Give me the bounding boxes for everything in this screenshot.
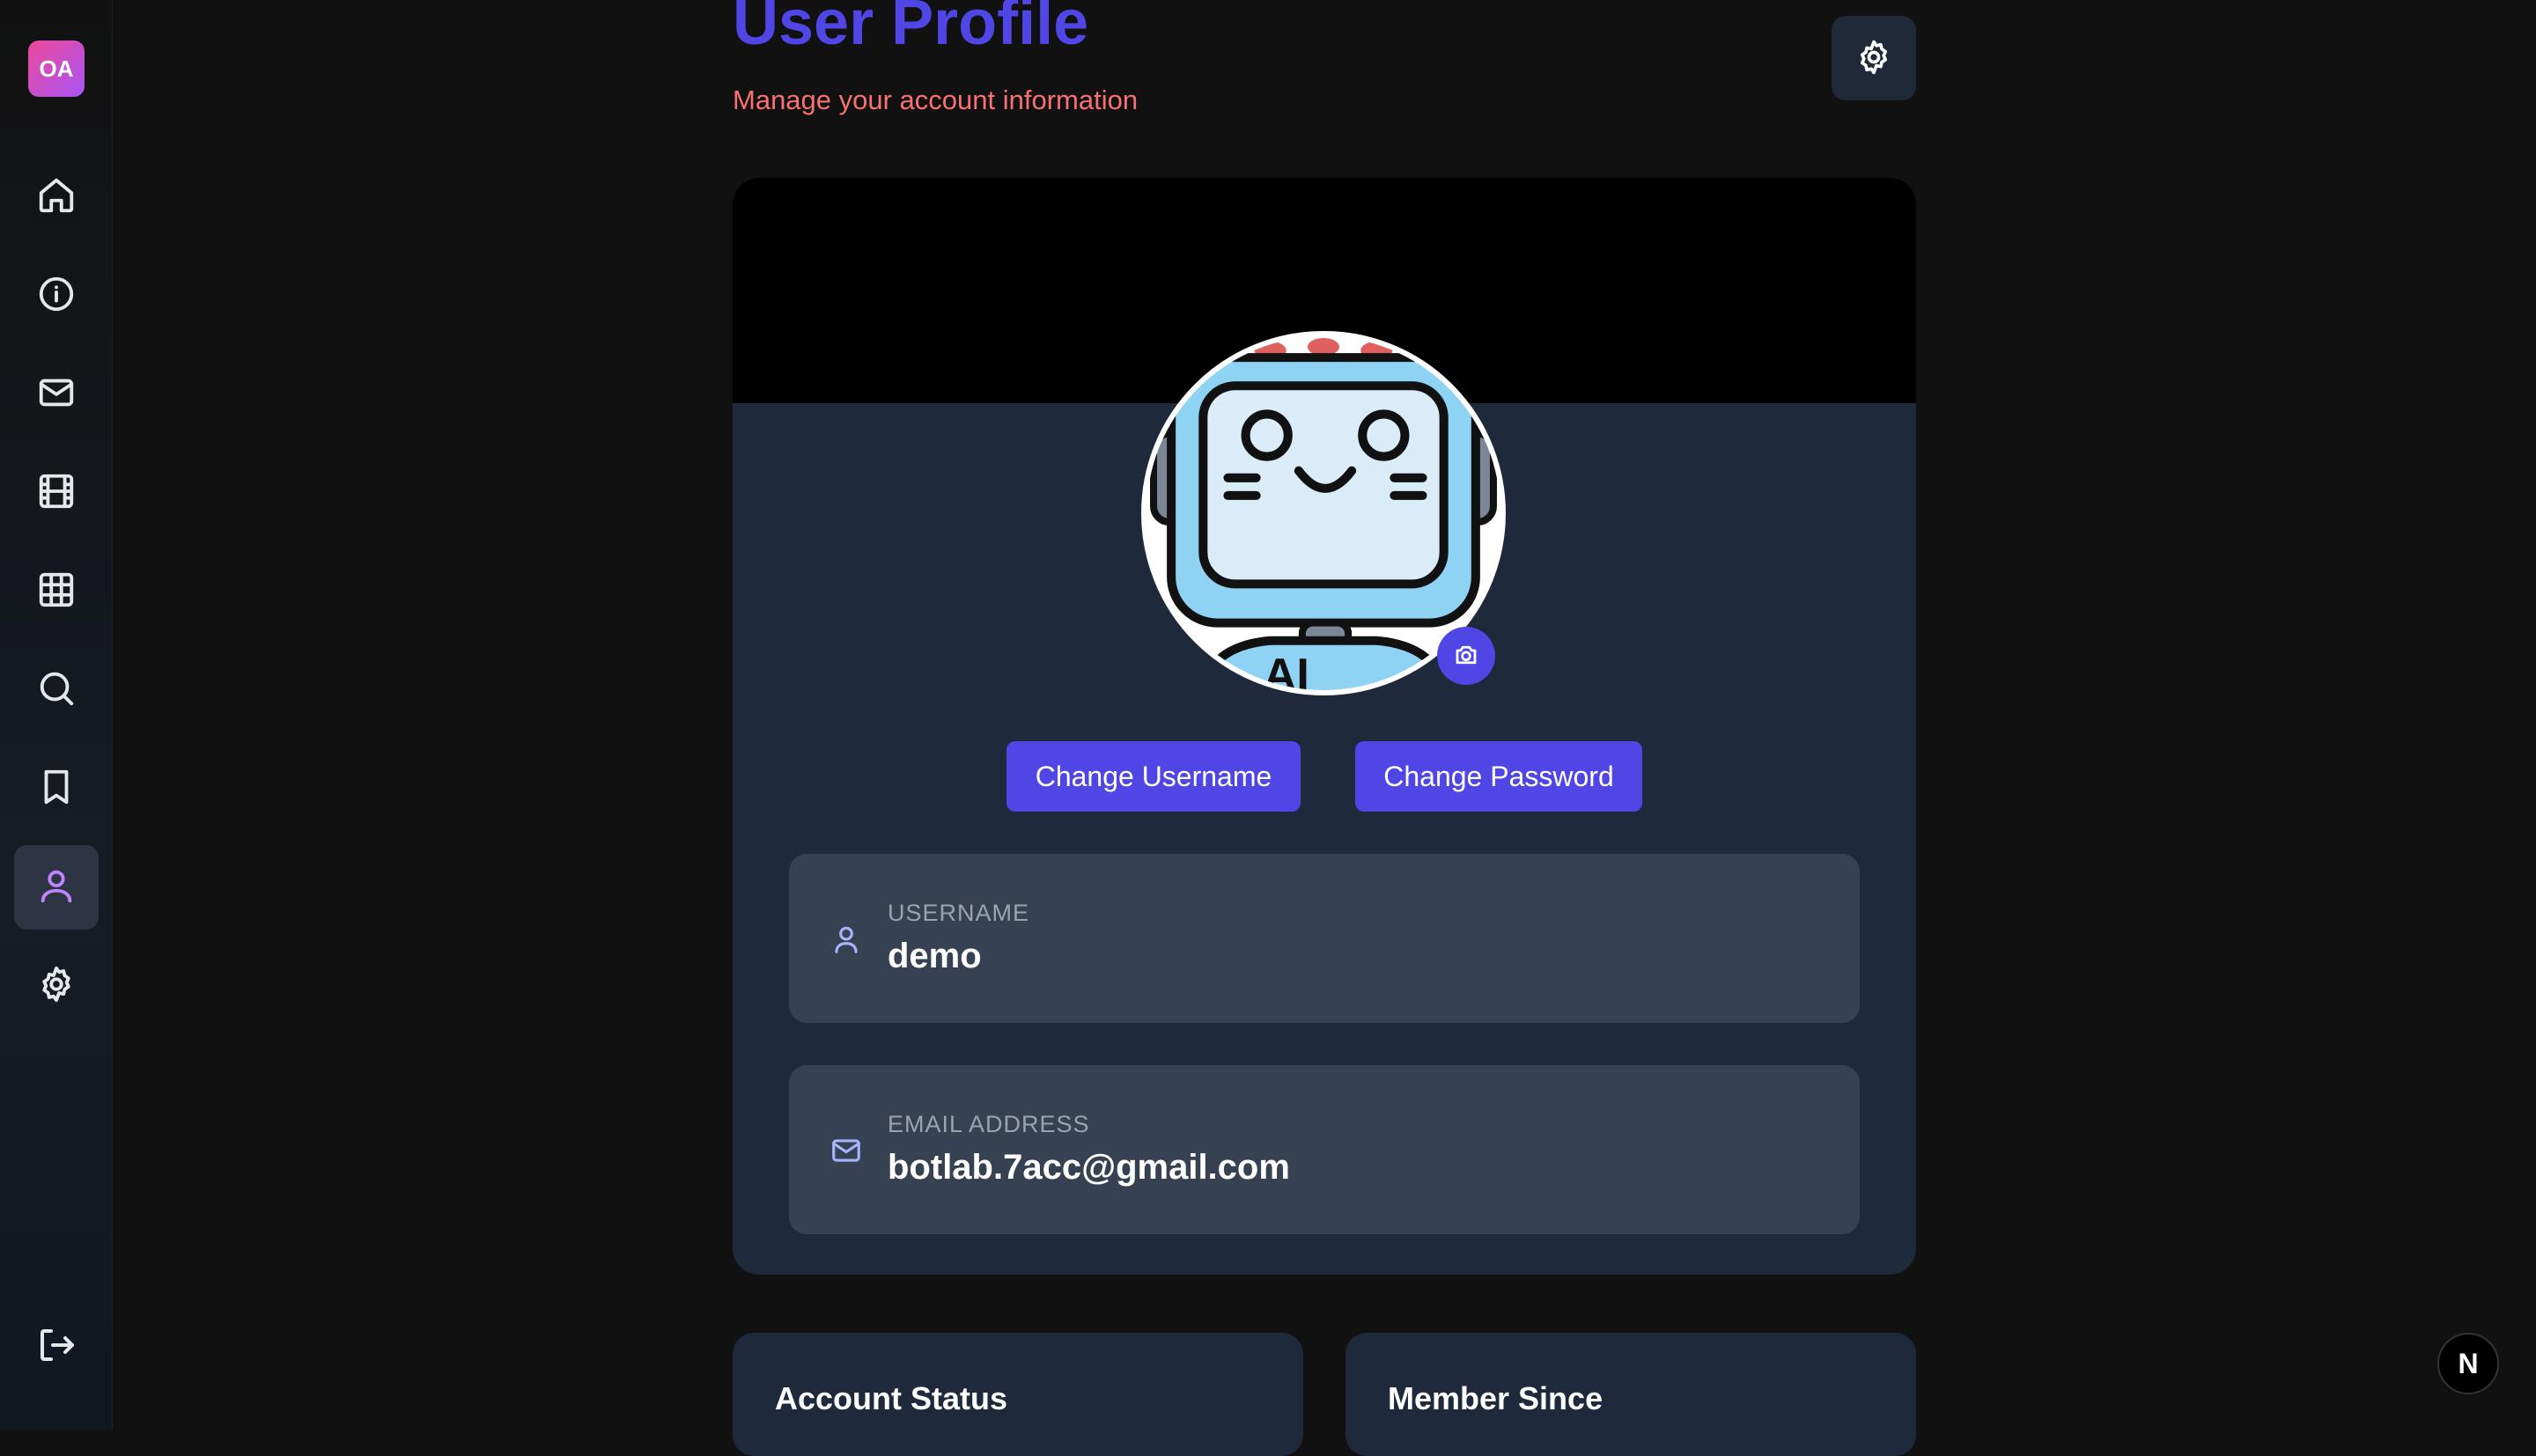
settings-button[interactable] <box>1832 16 1916 100</box>
change-username-button[interactable]: Change Username <box>1006 741 1301 812</box>
camera-icon <box>1453 642 1479 671</box>
sidebar-item-grid[interactable] <box>14 549 99 634</box>
search-icon <box>36 668 77 713</box>
account-status-title: Account Status <box>775 1380 1008 1416</box>
mail-icon <box>829 1134 863 1167</box>
mail-icon <box>36 372 77 417</box>
sidebar-item-mail[interactable] <box>14 352 99 437</box>
member-since-card: Member Since <box>1345 1333 1916 1456</box>
account-status-card: Account Status <box>733 1333 1303 1456</box>
username-value: demo <box>888 937 982 975</box>
change-avatar-button[interactable] <box>1437 627 1495 685</box>
home-icon <box>36 175 77 220</box>
sidebar-item-info[interactable] <box>14 254 99 338</box>
user-icon <box>829 923 863 956</box>
sidebar-item-settings[interactable] <box>14 944 99 1028</box>
sidebar-item-profile[interactable] <box>14 845 99 930</box>
profile-card: AI Change Username Change Password USERN… <box>733 178 1916 1275</box>
email-field: EMAIL ADDRESS botlab.7acc@gmail.com <box>789 1065 1860 1234</box>
logout-icon <box>35 1329 77 1370</box>
username-label: USERNAME <box>888 900 1030 926</box>
gear-icon <box>36 964 77 1009</box>
avatar-ai-text: AI <box>1264 650 1309 690</box>
sidebar-item-search[interactable] <box>14 648 99 732</box>
sidebar-item-home[interactable] <box>14 155 99 239</box>
logout-button[interactable] <box>35 1324 77 1366</box>
page-subtitle: Manage your account information <box>733 85 1139 115</box>
username-field: USERNAME demo <box>789 854 1860 1023</box>
change-password-button[interactable]: Change Password <box>1355 741 1642 812</box>
sidebar-item-film[interactable] <box>14 451 99 535</box>
info-icon <box>36 274 77 319</box>
bookmark-icon <box>36 767 77 812</box>
gear-icon <box>1854 38 1893 79</box>
user-avatar-logo[interactable]: OA <box>28 40 85 97</box>
email-label: EMAIL ADDRESS <box>888 1111 1090 1137</box>
grid-icon <box>36 570 77 614</box>
member-since-title: Member Since <box>1388 1380 1603 1416</box>
sidebar-item-bookmarks[interactable] <box>14 746 99 831</box>
user-icon <box>36 865 77 910</box>
dev-tools-badge[interactable]: N <box>2437 1333 2499 1394</box>
page-title: User Profile <box>733 0 1089 58</box>
email-value: botlab.7acc@gmail.com <box>888 1148 1290 1187</box>
film-icon <box>36 471 77 516</box>
sidebar: OA <box>0 0 113 1430</box>
